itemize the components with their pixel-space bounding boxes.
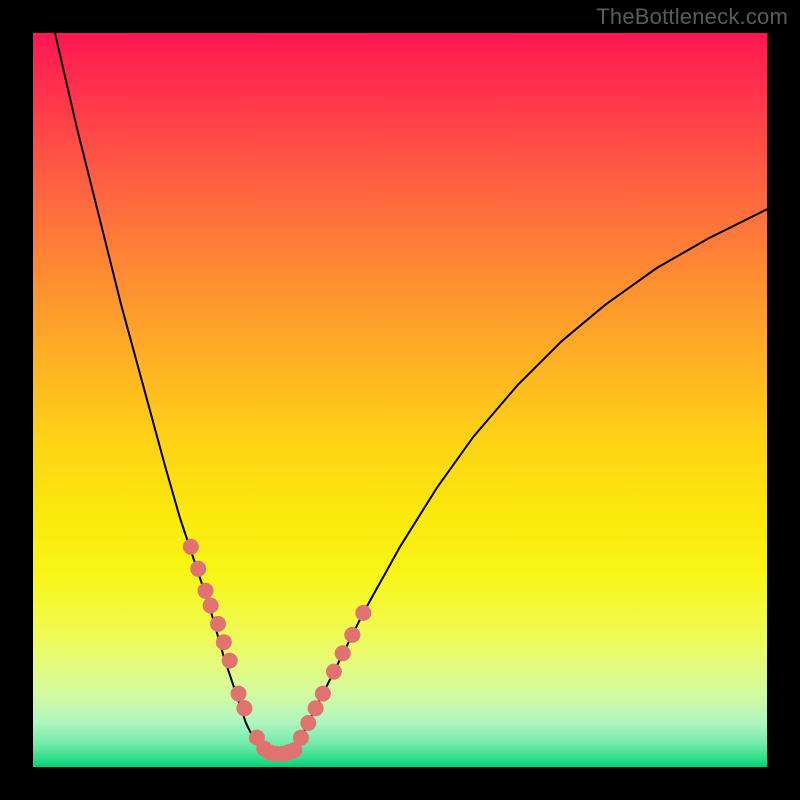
plot-area — [33, 33, 767, 767]
chart-frame: TheBottleneck.com — [0, 0, 800, 800]
right-curve — [290, 209, 767, 752]
data-dot — [222, 653, 238, 669]
data-dot — [355, 605, 371, 621]
data-dot — [190, 561, 206, 577]
data-dot — [183, 539, 199, 555]
data-dot — [308, 700, 324, 716]
data-dot — [203, 598, 219, 614]
data-dot — [335, 645, 351, 661]
data-dot — [293, 730, 309, 746]
data-dot — [216, 634, 232, 650]
watermark-text: TheBottleneck.com — [596, 4, 788, 30]
data-dot — [210, 616, 226, 632]
data-dot — [326, 664, 342, 680]
left-curve — [55, 33, 268, 752]
data-dots — [183, 539, 371, 762]
curve-svg — [33, 33, 767, 767]
data-dot — [300, 715, 316, 731]
data-dot — [198, 583, 214, 599]
data-dot — [344, 627, 360, 643]
data-dot — [315, 686, 331, 702]
data-dot — [236, 700, 252, 716]
data-dot — [231, 686, 247, 702]
